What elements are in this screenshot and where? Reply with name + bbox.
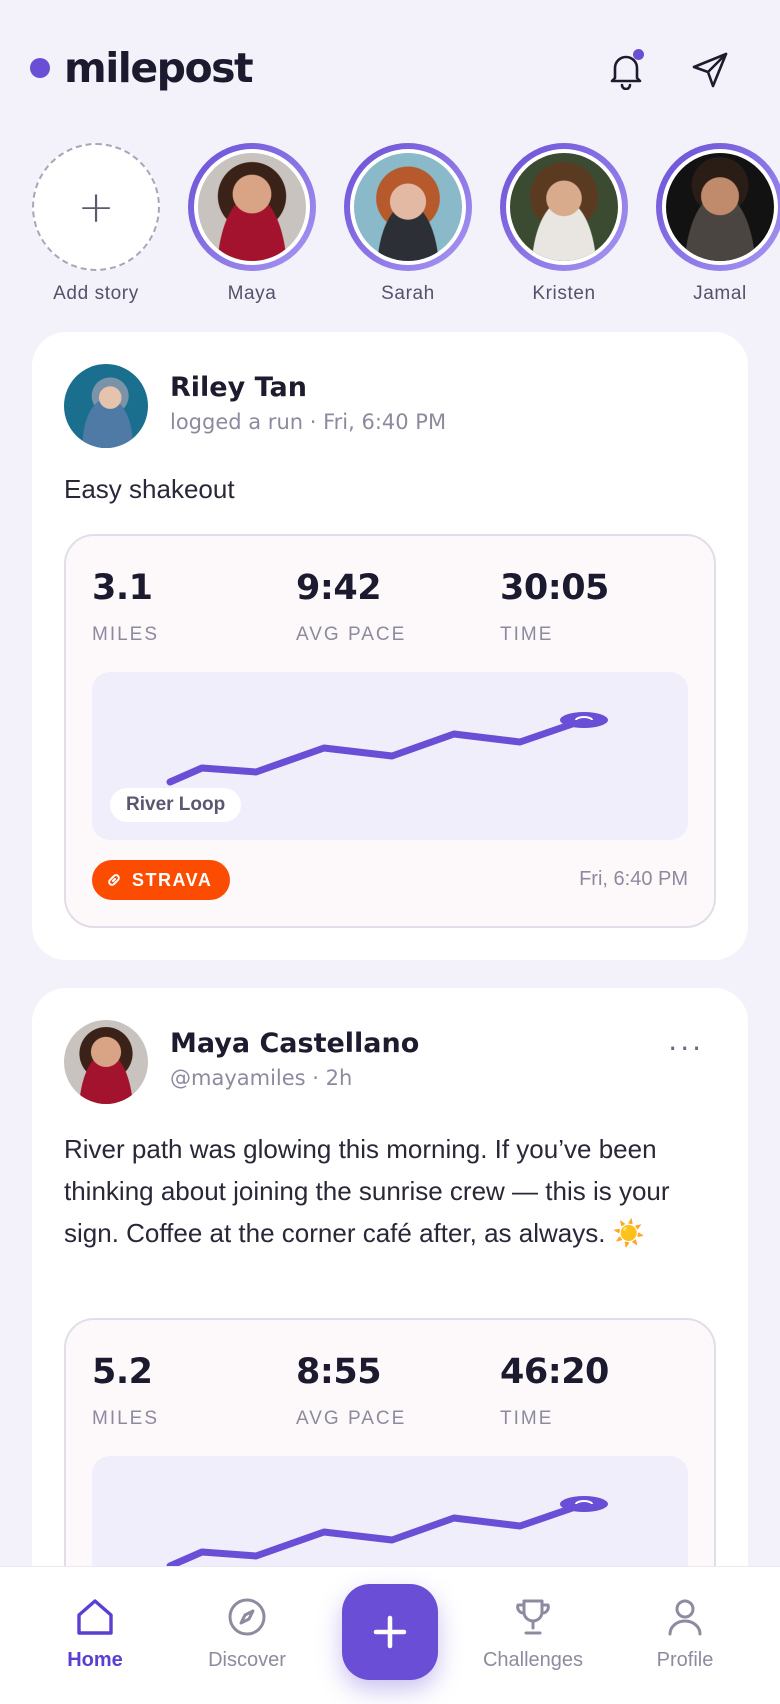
- notification-dot: [633, 49, 644, 60]
- stat-pace: 8:55 AVG PACE: [296, 1352, 406, 1430]
- avatar: [666, 153, 774, 261]
- stat-time: 46:20 TIME: [500, 1352, 609, 1430]
- brand-dot-icon: [30, 58, 50, 78]
- nav-label: Discover: [208, 1649, 286, 1671]
- profile-icon: [668, 1599, 702, 1636]
- more-options-button[interactable]: ···: [668, 1032, 704, 1065]
- stat-time: 30:05 TIME: [500, 568, 609, 646]
- route-end-marker: [560, 712, 608, 728]
- source-label: STRAVA: [132, 869, 213, 890]
- story-maya[interactable]: Maya: [182, 140, 322, 305]
- plus-icon: +: [77, 181, 115, 233]
- avatar[interactable]: [64, 364, 148, 448]
- post-author[interactable]: Riley Tan: [170, 372, 307, 403]
- stat-value: 46:20: [500, 1352, 609, 1392]
- stat-label: MILES: [92, 1408, 160, 1429]
- stat-label: TIME: [500, 1408, 554, 1429]
- route-map[interactable]: River Loop: [92, 672, 688, 840]
- story-add[interactable]: + Add story: [26, 140, 166, 305]
- activity-summary[interactable]: 3.1 MILES 9:42 AVG PACE 30:05 TIME River…: [64, 534, 716, 928]
- send-icon: [692, 52, 728, 88]
- avatar[interactable]: [64, 1020, 148, 1104]
- route-label: River Loop: [110, 788, 242, 822]
- app-screen: milepost + Add story Maya Sarah Kristen …: [0, 0, 780, 1704]
- story-name: Maya: [227, 283, 277, 304]
- post-meta: @mayamiles · 2h: [170, 1066, 353, 1090]
- add-story-button[interactable]: +: [32, 143, 160, 271]
- avatar: [198, 153, 306, 261]
- post-text: Easy shakeout: [64, 474, 235, 504]
- stat-value: 9:42: [296, 568, 382, 608]
- app-header: milepost: [0, 0, 780, 140]
- stat-value: 3.1: [92, 568, 153, 608]
- link-icon: [108, 874, 120, 886]
- stat-pace: 9:42 AVG PACE: [296, 568, 406, 646]
- stat-label: AVG PACE: [296, 624, 407, 645]
- story-kristen[interactable]: Kristen: [494, 140, 634, 305]
- nav-home[interactable]: Home: [30, 1593, 160, 1672]
- post-text: River path was glowing this morning. If …: [64, 1134, 670, 1248]
- stat-label: TIME: [500, 624, 554, 645]
- stat-value: 8:55: [296, 1352, 382, 1392]
- story-jamal[interactable]: Jamal: [650, 140, 780, 305]
- messages-button[interactable]: [684, 44, 736, 96]
- home-icon: [77, 1599, 113, 1635]
- avatar: [510, 153, 618, 261]
- nav-discover[interactable]: Discover: [182, 1593, 312, 1672]
- post-meta: logged a run · Fri, 6:40 PM: [170, 410, 447, 434]
- nav-label: Profile: [656, 1649, 714, 1671]
- stat-miles: 3.1 MILES: [92, 568, 159, 646]
- stat-value: 5.2: [92, 1352, 153, 1392]
- brand-logo[interactable]: milepost: [30, 44, 254, 92]
- story-name: Sarah: [381, 283, 435, 304]
- avatar: [354, 153, 462, 261]
- story-name: Kristen: [532, 283, 596, 304]
- stat-miles: 5.2 MILES: [92, 1352, 159, 1430]
- story-name: Add story: [53, 283, 139, 304]
- create-post-button[interactable]: [342, 1584, 438, 1680]
- stat-label: AVG PACE: [296, 1408, 407, 1429]
- nav-label: Challenges: [482, 1649, 584, 1671]
- strava-badge[interactable]: STRAVA: [92, 860, 231, 900]
- nav-profile[interactable]: Profile: [620, 1593, 750, 1672]
- route-end-marker: [560, 1496, 608, 1512]
- stat-label: MILES: [92, 624, 160, 645]
- story-name: Jamal: [693, 283, 747, 304]
- notifications-button[interactable]: [600, 44, 652, 96]
- trophy-icon: [516, 1599, 550, 1635]
- stories-row: + Add story Maya Sarah Kristen Jamal: [0, 140, 780, 310]
- stat-value: 30:05: [500, 568, 609, 608]
- story-sarah[interactable]: Sarah: [338, 140, 478, 305]
- compass-icon: [228, 1598, 266, 1636]
- nav-label: Home: [67, 1649, 123, 1671]
- plus-icon: [373, 1615, 407, 1649]
- activity-time: Fri, 6:40 PM: [579, 868, 688, 890]
- brand-name: milepost: [64, 44, 254, 92]
- nav-challenges[interactable]: Challenges: [468, 1593, 598, 1672]
- post-card[interactable]: Riley Tan logged a run · Fri, 6:40 PM Ea…: [32, 332, 748, 960]
- post-author[interactable]: Maya Castellano: [170, 1028, 419, 1059]
